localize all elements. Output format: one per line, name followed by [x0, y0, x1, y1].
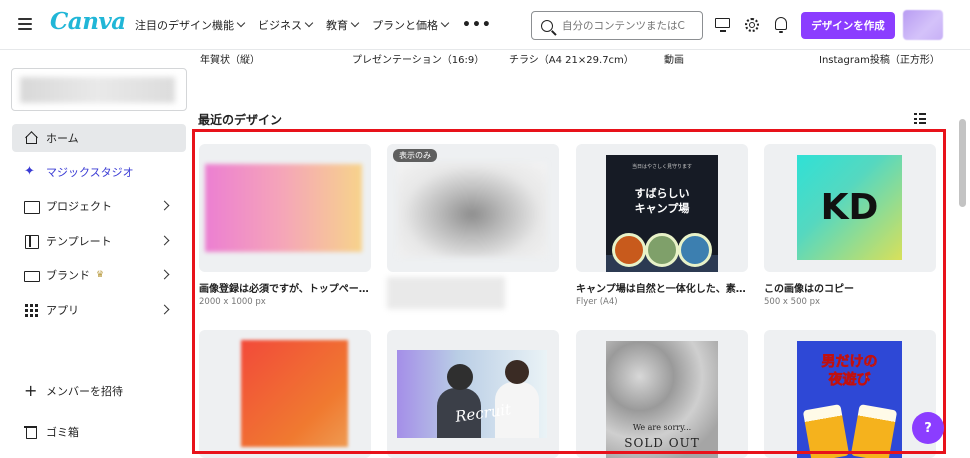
chevron-down-icon [304, 18, 314, 28]
nav-pricing[interactable]: プランと価格 [372, 17, 450, 33]
chevron-down-icon [236, 18, 246, 28]
design-type-label[interactable]: プレゼンテーション（16:9） [352, 51, 484, 66]
sidebar-item-label: ホーム [46, 132, 79, 145]
brand-icon [24, 268, 40, 282]
scrollbar[interactable] [959, 119, 966, 207]
design-type-label[interactable]: チラシ（A4 21×29.7cm） [509, 51, 634, 66]
design-type-label[interactable]: 動画 [664, 51, 684, 66]
sidebar-item-magic-studio[interactable]: ✦ マジックスタジオ [12, 158, 186, 186]
bell-icon[interactable] [772, 16, 790, 34]
apps-icon [24, 303, 38, 317]
chevron-right-icon [159, 235, 170, 246]
account-switcher[interactable] [11, 68, 187, 111]
sidebar-item-projects[interactable]: プロジェクト [12, 192, 186, 220]
sidebar-item-trash[interactable]: ゴミ箱 [12, 418, 186, 446]
search-icon [541, 19, 553, 32]
nav-featured[interactable]: 注目のデザイン機能 [135, 17, 246, 33]
chevron-down-icon [350, 18, 360, 28]
design-type-labels: 年賀状（縦） プレゼンテーション（16:9） チラシ（A4 21×29.7cm）… [190, 51, 970, 66]
gear-icon[interactable] [743, 16, 761, 34]
design-type-label[interactable]: Instagram投稿（正方形） [819, 51, 940, 66]
invite-members-button[interactable]: + メンバーを招待 [12, 377, 186, 405]
sidebar-item-brand[interactable]: ブランド ♛ [12, 261, 186, 289]
sidebar-item-label: ゴミ箱 [46, 426, 79, 439]
chevron-right-icon [159, 304, 170, 315]
sidebar-item-templates[interactable]: テンプレート [12, 227, 186, 255]
crown-icon: ♛ [96, 270, 105, 280]
template-icon [24, 234, 39, 249]
more-menu-icon[interactable]: ••• [462, 17, 492, 33]
sidebar: ホーム ✦ マジックスタジオ プロジェクト テンプレート ブランド ♛ アプリ … [0, 51, 190, 458]
avatar[interactable] [903, 10, 943, 40]
help-button[interactable]: ? [912, 412, 944, 444]
canva-logo[interactable]: Canva [50, 8, 126, 35]
sidebar-item-label: プロジェクト [46, 200, 112, 213]
sidebar-item-label: テンプレート [46, 235, 112, 248]
sidebar-item-label: ブランド [46, 269, 90, 282]
top-nav: 注目のデザイン機能 ビジネス 教育 プランと価格 ••• [135, 0, 492, 50]
sidebar-item-label: マジックスタジオ [46, 166, 134, 179]
sidebar-item-home[interactable]: ホーム [12, 124, 186, 152]
home-icon [24, 131, 38, 145]
monitor-icon[interactable] [714, 16, 732, 34]
top-bar: Canva 注目のデザイン機能 ビジネス 教育 プランと価格 ••• デザインを… [0, 0, 970, 50]
search-input[interactable] [562, 19, 702, 32]
chevron-right-icon [159, 200, 170, 211]
sparkle-icon: ✦ [24, 164, 35, 179]
main-content: 年賀状（縦） プレゼンテーション（16:9） チラシ（A4 21×29.7cm）… [190, 51, 970, 458]
sidebar-item-label: アプリ [46, 304, 79, 317]
section-title: 最近のデザイン [198, 113, 283, 127]
folder-icon [24, 199, 40, 214]
trash-icon [24, 425, 38, 439]
invite-label: メンバーを招待 [46, 385, 123, 398]
search-box[interactable] [531, 11, 703, 40]
chevron-down-icon [440, 18, 450, 28]
design-type-label[interactable]: 年賀状（縦） [200, 51, 260, 66]
nav-education[interactable]: 教育 [326, 17, 360, 33]
blurred-account-name [20, 77, 175, 103]
menu-icon[interactable] [18, 18, 32, 30]
list-view-icon[interactable] [914, 113, 926, 124]
sidebar-item-apps[interactable]: アプリ [12, 296, 186, 324]
plus-icon: + [24, 381, 38, 400]
chevron-right-icon [159, 269, 170, 280]
nav-business[interactable]: ビジネス [258, 17, 314, 33]
highlight-box [192, 129, 946, 454]
create-design-button[interactable]: デザインを作成 [801, 12, 895, 39]
